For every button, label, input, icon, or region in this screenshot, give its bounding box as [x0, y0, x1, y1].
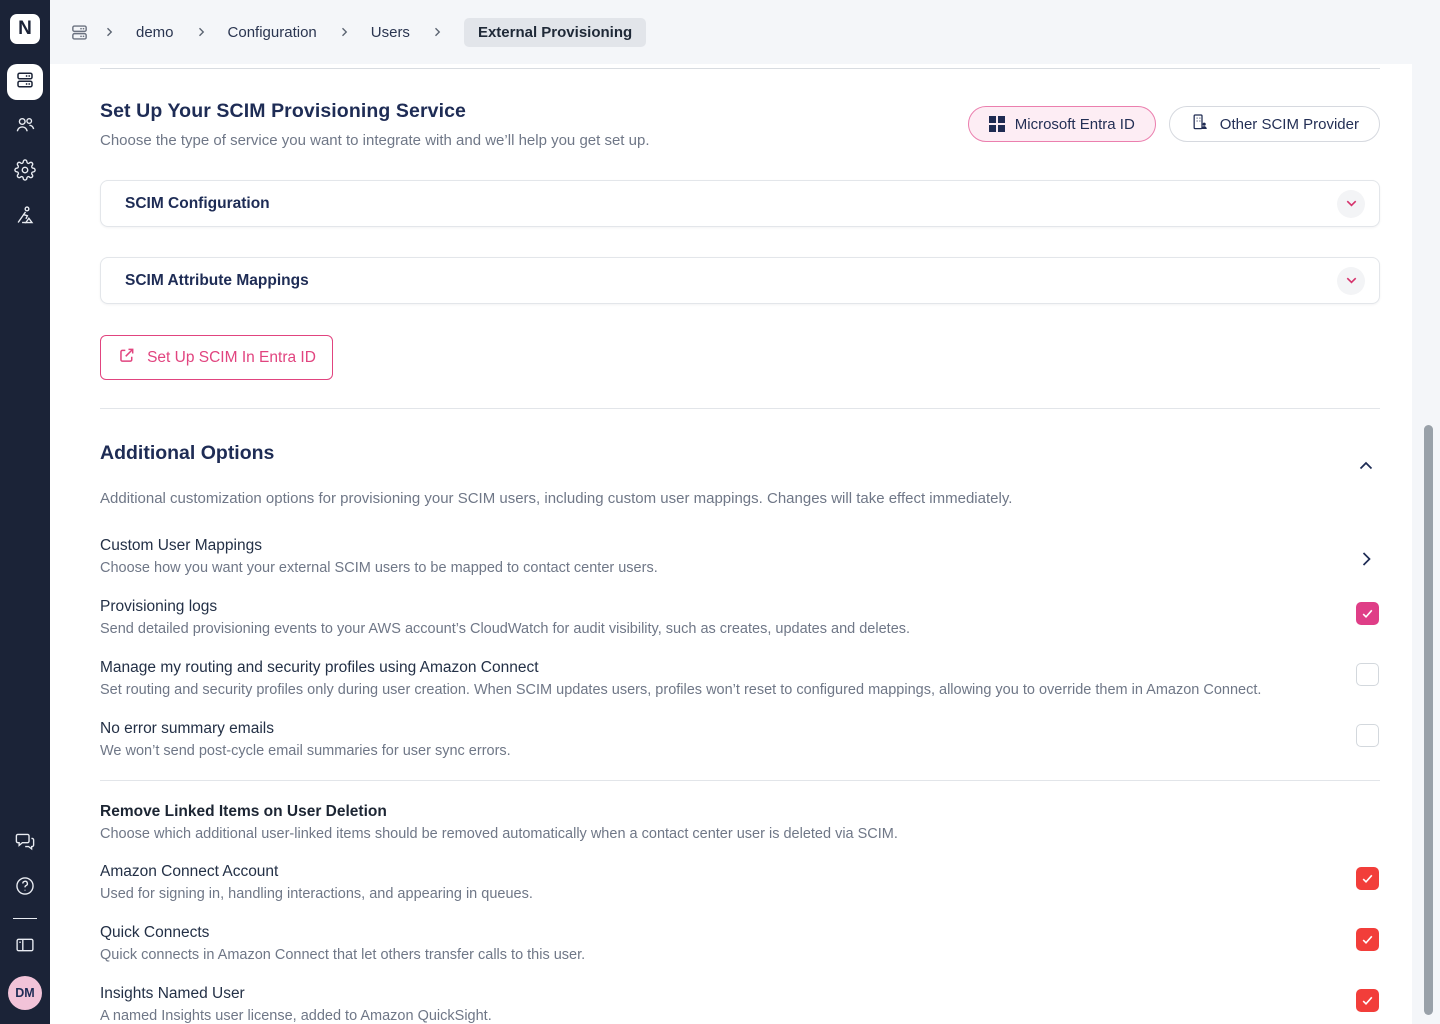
option-row-insights-named-user: Insights Named User A named Insights use…	[100, 985, 1380, 1024]
chevron-right-icon	[431, 26, 443, 38]
option-text: No error summary emails We won’t send po…	[100, 720, 511, 759]
additional-options-title: Additional Options	[100, 442, 274, 465]
additional-options-section: Additional Options Additional customizat…	[100, 442, 1380, 1024]
option-description: Set routing and security profiles only d…	[100, 682, 1261, 698]
page-header: Set Up Your SCIM Provisioning Service Ch…	[100, 100, 650, 149]
app-logo-letter: N	[18, 18, 32, 40]
topbar: demo Configuration Users External Provis…	[50, 0, 1440, 64]
microsoft-logo	[989, 116, 1005, 132]
option-row-provisioning-logs: Provisioning logs Send detailed provisio…	[100, 598, 1380, 637]
section-divider	[100, 408, 1380, 409]
breadcrumb: demo Configuration Users External Provis…	[103, 18, 646, 47]
option-description: We won’t send post-cycle email summaries…	[100, 743, 511, 759]
scrollbar-track	[1412, 0, 1440, 1024]
remove-linked-items-description: Choose which additional user-linked item…	[100, 826, 1380, 842]
sidebar-item-chat[interactable]	[7, 825, 43, 861]
external-link-icon	[117, 346, 136, 370]
breadcrumb-item-demo[interactable]: demo	[115, 24, 195, 41]
option-text: Manage my routing and security profiles …	[100, 659, 1261, 698]
option-text: Quick Connects Quick connects in Amazon …	[100, 924, 585, 963]
sidebar-item-help[interactable]	[7, 870, 43, 906]
breadcrumb-current[interactable]: External Provisioning	[464, 18, 646, 47]
option-description: Send detailed provisioning events to you…	[100, 621, 910, 637]
sidebar-item-routing[interactable]	[7, 199, 43, 235]
page-title: Set Up Your SCIM Provisioning Service	[100, 100, 650, 123]
option-row-no-error-emails: No error summary emails We won’t send po…	[100, 720, 1380, 759]
remove-linked-items-title: Remove Linked Items on User Deletion	[100, 803, 1380, 821]
routing-worker-icon	[14, 204, 36, 231]
chevron-right-icon	[195, 26, 207, 38]
provisioning-logs-checkbox[interactable]	[1356, 602, 1379, 625]
sidebar-item-provisioning[interactable]	[7, 64, 43, 100]
chevron-right-icon	[103, 26, 115, 38]
setup-scim-entra-button[interactable]: Set Up SCIM In Entra ID	[100, 335, 333, 380]
option-title: Amazon Connect Account	[100, 863, 533, 881]
provider-button-label: Microsoft Entra ID	[1015, 116, 1135, 133]
option-text: Insights Named User A named Insights use…	[100, 985, 492, 1024]
accordion-scim-attribute-mappings[interactable]: SCIM Attribute Mappings	[100, 257, 1380, 304]
option-text: Custom User Mappings Choose how you want…	[100, 537, 658, 576]
sidebar: N	[0, 0, 50, 1024]
setup-button-label: Set Up SCIM In Entra ID	[147, 349, 316, 367]
option-title: Provisioning logs	[100, 598, 910, 616]
server-stack-icon	[15, 70, 35, 95]
help-icon	[14, 875, 36, 902]
accordion-label: SCIM Configuration	[125, 195, 270, 213]
additional-options-description: Additional customization options for pro…	[100, 490, 1380, 507]
option-title: Quick Connects	[100, 924, 585, 942]
provider-button-entra[interactable]: Microsoft Entra ID	[968, 106, 1156, 142]
building-user-icon	[1190, 112, 1210, 136]
option-text: Amazon Connect Account Used for signing …	[100, 863, 533, 902]
main-content: Set Up Your SCIM Provisioning Service Ch…	[50, 64, 1412, 1024]
remove-linked-items-header: Remove Linked Items on User Deletion Cho…	[100, 803, 1380, 842]
provider-button-label: Other SCIM Provider	[1220, 116, 1359, 133]
collapse-section-chevron-up-icon[interactable]	[1352, 452, 1380, 480]
option-row-manage-profiles: Manage my routing and security profiles …	[100, 659, 1380, 698]
breadcrumb-item-configuration[interactable]: Configuration	[207, 24, 338, 41]
option-title: Custom User Mappings	[100, 537, 658, 555]
provider-button-other[interactable]: Other SCIM Provider	[1169, 106, 1380, 142]
content-top-divider	[100, 68, 1380, 69]
option-row-custom-user-mappings[interactable]: Custom User Mappings Choose how you want…	[100, 537, 1380, 576]
chevron-right-icon	[338, 26, 350, 38]
option-row-quick-connects: Quick Connects Quick connects in Amazon …	[100, 924, 1380, 963]
chat-icon	[14, 830, 36, 857]
option-title: Insights Named User	[100, 985, 492, 1003]
chevron-down-icon[interactable]	[1337, 267, 1365, 295]
provider-toggle-group: Microsoft Entra ID Other SCIM Provider	[968, 106, 1380, 142]
option-text: Provisioning logs Send detailed provisio…	[100, 598, 910, 637]
option-description: A named Insights user license, added to …	[100, 1008, 492, 1024]
section-divider	[100, 780, 1380, 781]
sidebar-item-panel[interactable]	[7, 929, 43, 965]
panel-icon	[14, 934, 36, 961]
sidebar-divider	[13, 918, 37, 919]
chevron-right-icon[interactable]	[1352, 545, 1380, 573]
scrollbar-thumb[interactable]	[1424, 425, 1433, 1015]
accordion-scim-configuration[interactable]: SCIM Configuration	[100, 180, 1380, 227]
gear-icon	[14, 159, 36, 186]
breadcrumb-item-users[interactable]: Users	[350, 24, 431, 41]
option-title: Manage my routing and security profiles …	[100, 659, 1261, 677]
user-avatar[interactable]: DM	[8, 976, 42, 1010]
option-description: Used for signing in, handling interactio…	[100, 886, 533, 902]
accordion-label: SCIM Attribute Mappings	[125, 272, 309, 290]
no-error-emails-checkbox[interactable]	[1356, 724, 1379, 747]
chevron-down-icon[interactable]	[1337, 190, 1365, 218]
amazon-connect-account-checkbox[interactable]	[1356, 867, 1379, 890]
users-icon	[14, 114, 36, 141]
quick-connects-checkbox[interactable]	[1356, 928, 1379, 951]
sidebar-item-settings[interactable]	[7, 154, 43, 190]
app-logo[interactable]: N	[10, 14, 40, 44]
collapse-menu-icon[interactable]	[70, 23, 89, 42]
sidebar-item-users[interactable]	[7, 109, 43, 145]
manage-profiles-checkbox[interactable]	[1356, 663, 1379, 686]
option-description: Choose how you want your external SCIM u…	[100, 560, 658, 576]
option-row-amazon-connect-account: Amazon Connect Account Used for signing …	[100, 863, 1380, 902]
option-title: No error summary emails	[100, 720, 511, 738]
insights-named-user-checkbox[interactable]	[1356, 989, 1379, 1012]
option-description: Quick connects in Amazon Connect that le…	[100, 947, 585, 963]
page-subtitle: Choose the type of service you want to i…	[100, 132, 650, 149]
avatar-initials: DM	[15, 986, 34, 1000]
